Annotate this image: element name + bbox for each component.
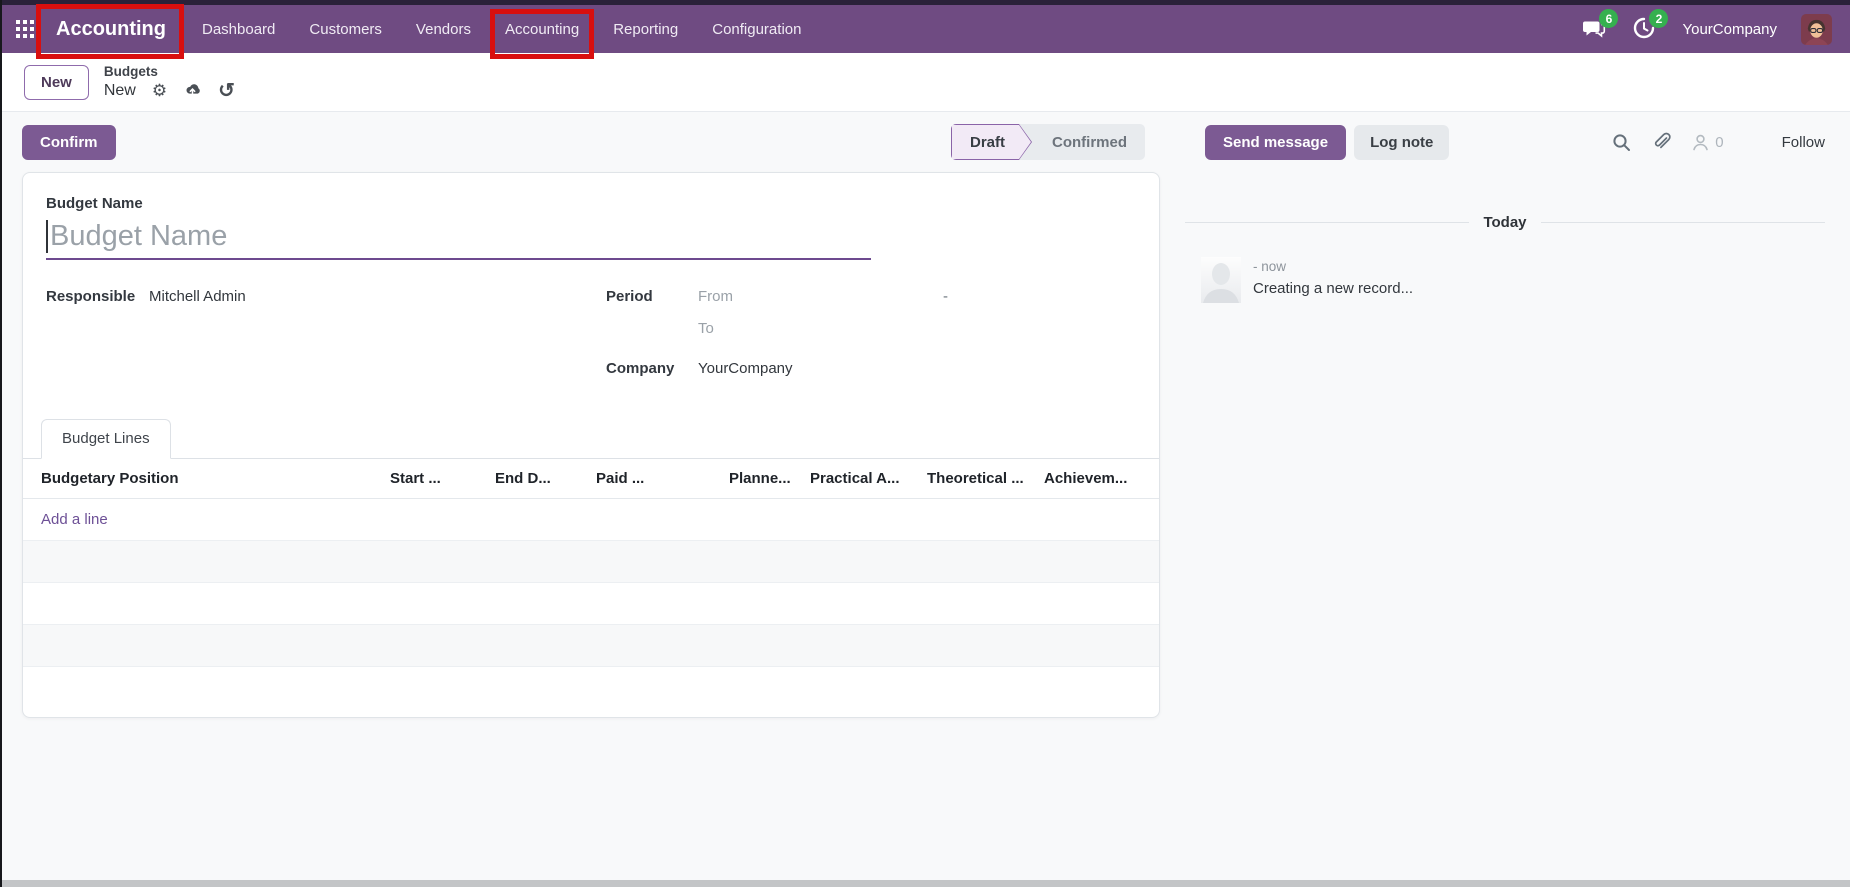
menu-configuration[interactable]: Configuration	[710, 19, 803, 40]
action-row: Confirm Draft Confirmed Send message Log…	[0, 112, 1850, 172]
responsible-field: Responsible Mitchell Admin	[46, 288, 606, 377]
log-note-button[interactable]: Log note	[1354, 125, 1449, 160]
table-row[interactable]	[23, 625, 1159, 667]
messages-badge: 6	[1599, 9, 1618, 28]
table-row[interactable]	[23, 667, 1159, 717]
responsible-label: Responsible	[46, 288, 149, 305]
today-divider: Today	[1185, 214, 1825, 231]
right-field-column: Period From - Period To Company YourComp…	[606, 288, 1136, 377]
budget-name-input[interactable]: Budget Name	[46, 220, 871, 260]
budget-name-placeholder: Budget Name	[50, 220, 227, 253]
period-to-row: Period To	[606, 320, 1136, 337]
cloud-glyph	[183, 82, 202, 97]
chatter-panel: Today - now Creating a new record...	[1185, 172, 1850, 303]
followers-count: 0	[1715, 134, 1723, 151]
breadcrumb-current: New	[104, 82, 136, 100]
add-line-row: Add a line	[23, 499, 1159, 541]
main-menu: Dashboard Customers Vendors Accounting R…	[200, 19, 803, 40]
company-field: Company YourCompany	[606, 360, 1136, 377]
message-timestamp: - now	[1253, 259, 1413, 274]
company-value[interactable]: YourCompany	[698, 360, 793, 377]
activities-button[interactable]: 2	[1632, 16, 1658, 42]
col-planned-amount[interactable]: Planne...	[729, 470, 810, 487]
budget-lines-table: Budgetary Position Start ... End D... Pa…	[23, 459, 1159, 717]
notebook: Budget Lines Budgetary Position Start ..…	[23, 419, 1159, 717]
message-body: - now Creating a new record...	[1253, 257, 1413, 303]
control-panel: New Budgets New ⚙ ↺	[0, 53, 1850, 112]
search-messages-icon[interactable]	[1612, 133, 1631, 152]
apps-menu-icon[interactable]	[12, 16, 38, 42]
col-budgetary-position[interactable]: Budgetary Position	[41, 470, 390, 487]
message-text: Creating a new record...	[1253, 280, 1413, 297]
topbar-right: 6 2 YourCompany	[1582, 14, 1832, 45]
window-bottom-strip	[0, 880, 1850, 887]
period-from-input[interactable]: From	[698, 288, 943, 305]
col-achievement[interactable]: Achievem...	[1044, 470, 1159, 487]
top-navbar: Accounting Dashboard Customers Vendors A…	[0, 0, 1850, 53]
grid-icon	[16, 20, 34, 38]
followers-button[interactable]: 0	[1691, 133, 1723, 152]
state-draft-label: Draft	[952, 125, 1031, 159]
period-label: Period	[606, 288, 698, 305]
person-icon	[1691, 133, 1710, 152]
table-row[interactable]	[23, 541, 1159, 583]
activities-badge: 2	[1649, 9, 1668, 28]
menu-customers[interactable]: Customers	[307, 19, 384, 40]
app-name-accounting[interactable]: Accounting	[52, 16, 170, 43]
confirm-button[interactable]: Confirm	[22, 125, 116, 160]
period-dash: -	[943, 288, 948, 305]
col-start-date[interactable]: Start ...	[390, 470, 495, 487]
add-a-line-link[interactable]: Add a line	[41, 511, 108, 528]
today-label: Today	[1483, 214, 1526, 231]
menu-accounting-label: Accounting	[505, 21, 579, 38]
table-header-row: Budgetary Position Start ... End D... Pa…	[23, 459, 1159, 499]
gear-icon[interactable]: ⚙	[152, 82, 167, 99]
col-end-date[interactable]: End D...	[495, 470, 596, 487]
state-draft[interactable]: Draft	[951, 124, 1032, 160]
breadcrumb-budgets[interactable]: Budgets	[104, 64, 235, 79]
send-message-button[interactable]: Send message	[1205, 125, 1346, 160]
chatter-message: - now Creating a new record...	[1185, 257, 1825, 303]
follow-button[interactable]: Follow	[1782, 134, 1825, 151]
menu-dashboard[interactable]: Dashboard	[200, 19, 277, 40]
attachments-paperclip-icon[interactable]	[1651, 132, 1671, 152]
window-left-edge	[0, 0, 2, 887]
chatter-topbar: Send message Log note 0	[1185, 125, 1850, 160]
app-name-label: Accounting	[56, 18, 166, 40]
text-cursor	[46, 220, 48, 253]
cloud-save-icon[interactable]	[183, 82, 202, 100]
period-field: Period From -	[606, 288, 1136, 305]
state-widget: Draft Confirmed	[951, 124, 1145, 160]
user-avatar[interactable]	[1801, 14, 1832, 45]
messages-button[interactable]: 6	[1582, 16, 1608, 42]
message-avatar[interactable]	[1201, 257, 1241, 303]
company-label: Company	[606, 360, 698, 377]
table-row[interactable]	[23, 583, 1159, 625]
form-view: Budget Name Budget Name Responsible Mitc…	[0, 172, 1185, 718]
tab-bar: Budget Lines	[23, 419, 1159, 459]
field-grid: Responsible Mitchell Admin Period From -…	[46, 288, 1136, 377]
menu-accounting[interactable]: Accounting	[503, 19, 581, 40]
responsible-value[interactable]: Mitchell Admin	[149, 288, 246, 305]
avatar-placeholder-icon	[1201, 257, 1241, 303]
main-content: Budget Name Budget Name Responsible Mitc…	[0, 172, 1850, 718]
menu-reporting[interactable]: Reporting	[611, 19, 680, 40]
discard-undo-icon[interactable]: ↺	[218, 81, 235, 101]
col-theoretical-amount[interactable]: Theoretical ...	[927, 470, 1044, 487]
state-confirmed[interactable]: Confirmed	[1032, 124, 1145, 160]
breadcrumb: Budgets New ⚙ ↺	[104, 64, 235, 101]
col-paid-date[interactable]: Paid ...	[596, 470, 729, 487]
budget-name-block: Budget Name Budget Name	[23, 195, 1159, 260]
form-statusbar: Confirm Draft Confirmed	[0, 124, 1185, 160]
new-record-button[interactable]: New	[24, 65, 89, 100]
period-to-input[interactable]: To	[698, 320, 714, 337]
form-sheet: Budget Name Budget Name Responsible Mitc…	[22, 172, 1160, 718]
avatar-image	[1801, 14, 1832, 45]
menu-vendors[interactable]: Vendors	[414, 19, 473, 40]
tab-budget-lines[interactable]: Budget Lines	[41, 419, 171, 459]
budget-name-label: Budget Name	[46, 195, 1159, 212]
company-switcher[interactable]: YourCompany	[1682, 21, 1777, 38]
col-practical-amount[interactable]: Practical A...	[810, 470, 927, 487]
